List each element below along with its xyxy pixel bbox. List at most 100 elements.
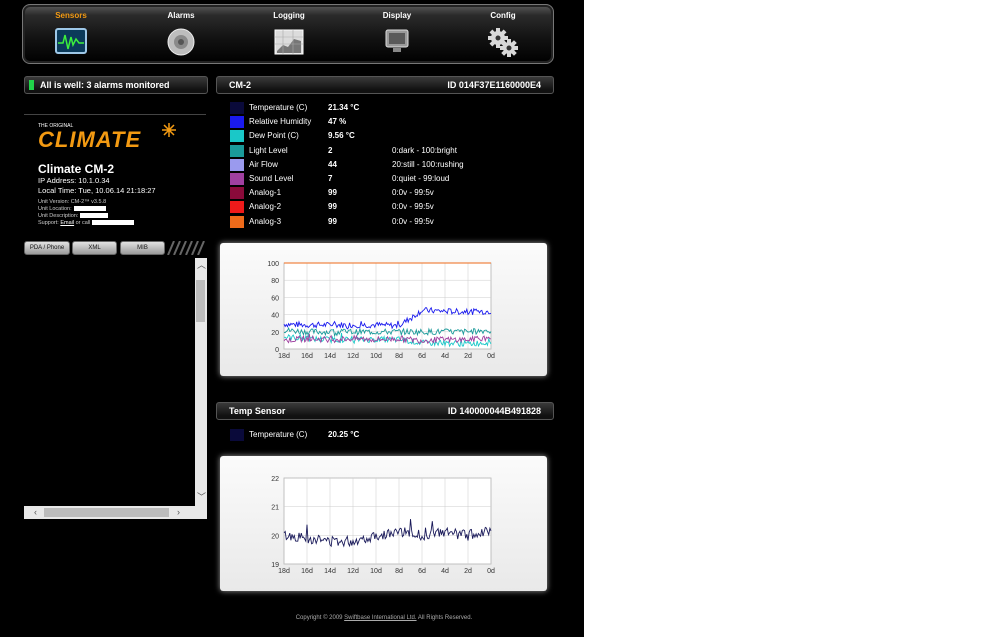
reading-label: Air Flow bbox=[249, 159, 278, 169]
series-color-swatch bbox=[230, 130, 244, 143]
reading-value: 9.56 °C bbox=[328, 131, 355, 141]
alarm-bell-icon bbox=[167, 28, 195, 56]
scroll-up-icon[interactable]: ︿ bbox=[197, 258, 206, 271]
x-tick-label: 18d bbox=[278, 568, 290, 575]
nav-logging-label: Logging bbox=[273, 11, 305, 20]
unit-location-label: Unit Location: bbox=[38, 206, 72, 212]
support-call-label: or call bbox=[75, 220, 91, 226]
nav-alarms[interactable]: Alarms bbox=[141, 5, 221, 63]
redaction-box bbox=[80, 213, 109, 219]
x-tick-label: 4d bbox=[441, 568, 449, 575]
redaction-box bbox=[73, 206, 106, 212]
x-tick-label: 2d bbox=[464, 353, 472, 360]
scroll-right-icon[interactable]: › bbox=[177, 507, 180, 517]
nav-display[interactable]: Display bbox=[357, 5, 437, 63]
horizontal-scroll-thumb[interactable] bbox=[44, 508, 169, 517]
reading-range: 0:0v - 99:5v bbox=[392, 188, 434, 198]
series-color-swatch bbox=[230, 173, 244, 185]
sun-star-icon bbox=[162, 123, 176, 137]
sensor-chart-temp: 19 20 21 22 18d 16d 14d 12d 10d 8d 6d 4d 2d 0d bbox=[220, 456, 547, 591]
local-time: Local Time: Tue, 10.06.14 21:18:27 bbox=[38, 186, 156, 195]
unit-location: Unit Location: bbox=[38, 206, 106, 212]
unit-version: Unit Version: CM-2™ v3.5.8 bbox=[38, 199, 107, 205]
unit-description: Unit Description: bbox=[38, 213, 109, 219]
sensor-id: ID 014F37E1160000E4 bbox=[447, 80, 541, 90]
ip-address: IP Address: 10.1.0.34 bbox=[38, 176, 110, 185]
reading-label: Analog-1 bbox=[249, 188, 282, 198]
sensor-row: Temperature (C) 20.25 °C bbox=[230, 429, 550, 442]
reading-label: Light Level bbox=[249, 145, 288, 155]
series-color-swatch bbox=[230, 158, 244, 171]
x-tick-label: 8d bbox=[395, 353, 403, 360]
stripes-decoration bbox=[167, 241, 205, 255]
reading-value: 2 bbox=[328, 145, 333, 155]
unit-description-label: Unit Description: bbox=[38, 213, 79, 219]
sensor-row: Dew Point (C) 9.56 °C bbox=[230, 130, 550, 143]
reading-value: 99 bbox=[328, 216, 337, 226]
pda-phone-button[interactable]: PDA / Phone bbox=[24, 241, 70, 255]
device-info-panel: THE ORIGINAL CLIMATE Climate CM-2 IP Add… bbox=[24, 114, 206, 237]
vertical-scroll-thumb[interactable] bbox=[196, 280, 205, 322]
horizontal-scrollbar[interactable]: ‹ › bbox=[24, 506, 207, 519]
reading-value: 7 bbox=[328, 174, 333, 183]
series-color-swatch bbox=[230, 187, 244, 200]
reading-range: 0:quiet - 99:loud bbox=[392, 174, 450, 183]
x-tick-label: 0d bbox=[487, 353, 495, 360]
footer-company-link[interactable]: Swiftbase International Ltd. bbox=[344, 615, 416, 621]
sensor-row: Air Flow 44 20:still - 100:rushing bbox=[230, 158, 550, 172]
unit-name: Climate CM-2 bbox=[38, 162, 115, 176]
sensor-row: Sound Level 7 0:quiet - 99:loud bbox=[230, 173, 550, 186]
sensor-row: Temperature (C) 21.34 °C bbox=[230, 102, 550, 115]
status-led-icon bbox=[29, 80, 34, 90]
scroll-down-icon[interactable]: ﹀ bbox=[197, 490, 206, 503]
nav-sensors[interactable]: Sensors bbox=[31, 5, 111, 63]
mib-button[interactable]: MIB bbox=[120, 241, 165, 255]
sensor-id: ID 140000044B491828 bbox=[447, 406, 541, 416]
reading-value: 21.34 °C bbox=[328, 103, 360, 112]
sensor-graph-icon bbox=[55, 28, 87, 54]
reading-range: 0:dark - 100:bright bbox=[392, 145, 457, 155]
scroll-left-icon[interactable]: ‹ bbox=[34, 507, 37, 517]
reading-label: Temperature (C) bbox=[249, 103, 308, 112]
sensor-header-temp: Temp Sensor ID 140000044B491828 bbox=[216, 402, 554, 420]
sensor-name: Temp Sensor bbox=[229, 406, 286, 416]
y-tick-label: 60 bbox=[271, 295, 279, 302]
x-tick-label: 14d bbox=[324, 353, 336, 360]
vertical-scrollbar[interactable]: ︿ ﹀ bbox=[195, 258, 207, 506]
nav-config-label: Config bbox=[490, 11, 516, 20]
sensor-row: Analog-1 99 0:0v - 99:5v bbox=[230, 187, 550, 200]
footer-rights: All Rights Reserved. bbox=[417, 615, 473, 621]
y-tick-label: 22 bbox=[271, 476, 279, 483]
plot-area bbox=[283, 477, 492, 565]
series-color-swatch bbox=[230, 102, 244, 114]
sensor-chart-cm2: 0 20 40 60 80 100 18d 16d 14d 12d 10d 8d 6d 4d 2d 0d bbox=[220, 243, 547, 376]
y-tick-label: 20 bbox=[271, 533, 279, 540]
sensor-name: CM-2 bbox=[229, 80, 251, 90]
reading-label: Relative Humidity bbox=[249, 117, 312, 127]
series-color-swatch bbox=[230, 429, 244, 441]
logo-text: CLIMATE bbox=[38, 127, 142, 152]
xml-button[interactable]: XML bbox=[72, 241, 117, 255]
x-tick-label: 4d bbox=[441, 353, 449, 360]
nav-alarms-label: Alarms bbox=[167, 11, 195, 20]
y-tick-label: 21 bbox=[271, 505, 279, 512]
footer-copyright: Copyright © 2009 bbox=[295, 615, 343, 621]
line-chart: 02040608010018d 16d 14d 12d 10d 8d 6d 4d 2d 0d bbox=[267, 261, 495, 360]
y-tick-label: 80 bbox=[271, 278, 279, 285]
support-email-link[interactable]: Email bbox=[60, 220, 74, 226]
nav-config[interactable]: Config bbox=[463, 5, 543, 63]
reading-label: Temperature (C) bbox=[249, 430, 308, 439]
reading-range: 0:0v - 99:5v bbox=[392, 216, 434, 226]
sensor-row: Analog-2 99 0:0v - 99:5v bbox=[230, 201, 550, 214]
reading-value: 99 bbox=[328, 188, 337, 198]
reading-value: 44 bbox=[328, 159, 337, 169]
x-tick-label: 8d bbox=[395, 568, 403, 575]
footer: Copyright © 2009 Swiftbase International… bbox=[216, 615, 552, 621]
scroll-panel[interactable] bbox=[24, 258, 207, 519]
status-bar: All is well: 3 alarms monitored bbox=[24, 76, 208, 94]
x-tick-label: 0d bbox=[487, 568, 495, 575]
nav-logging[interactable]: Logging bbox=[249, 5, 329, 63]
reading-label: Analog-2 bbox=[249, 202, 282, 212]
nav-display-label: Display bbox=[382, 11, 412, 20]
support-label: Support: bbox=[38, 220, 59, 226]
